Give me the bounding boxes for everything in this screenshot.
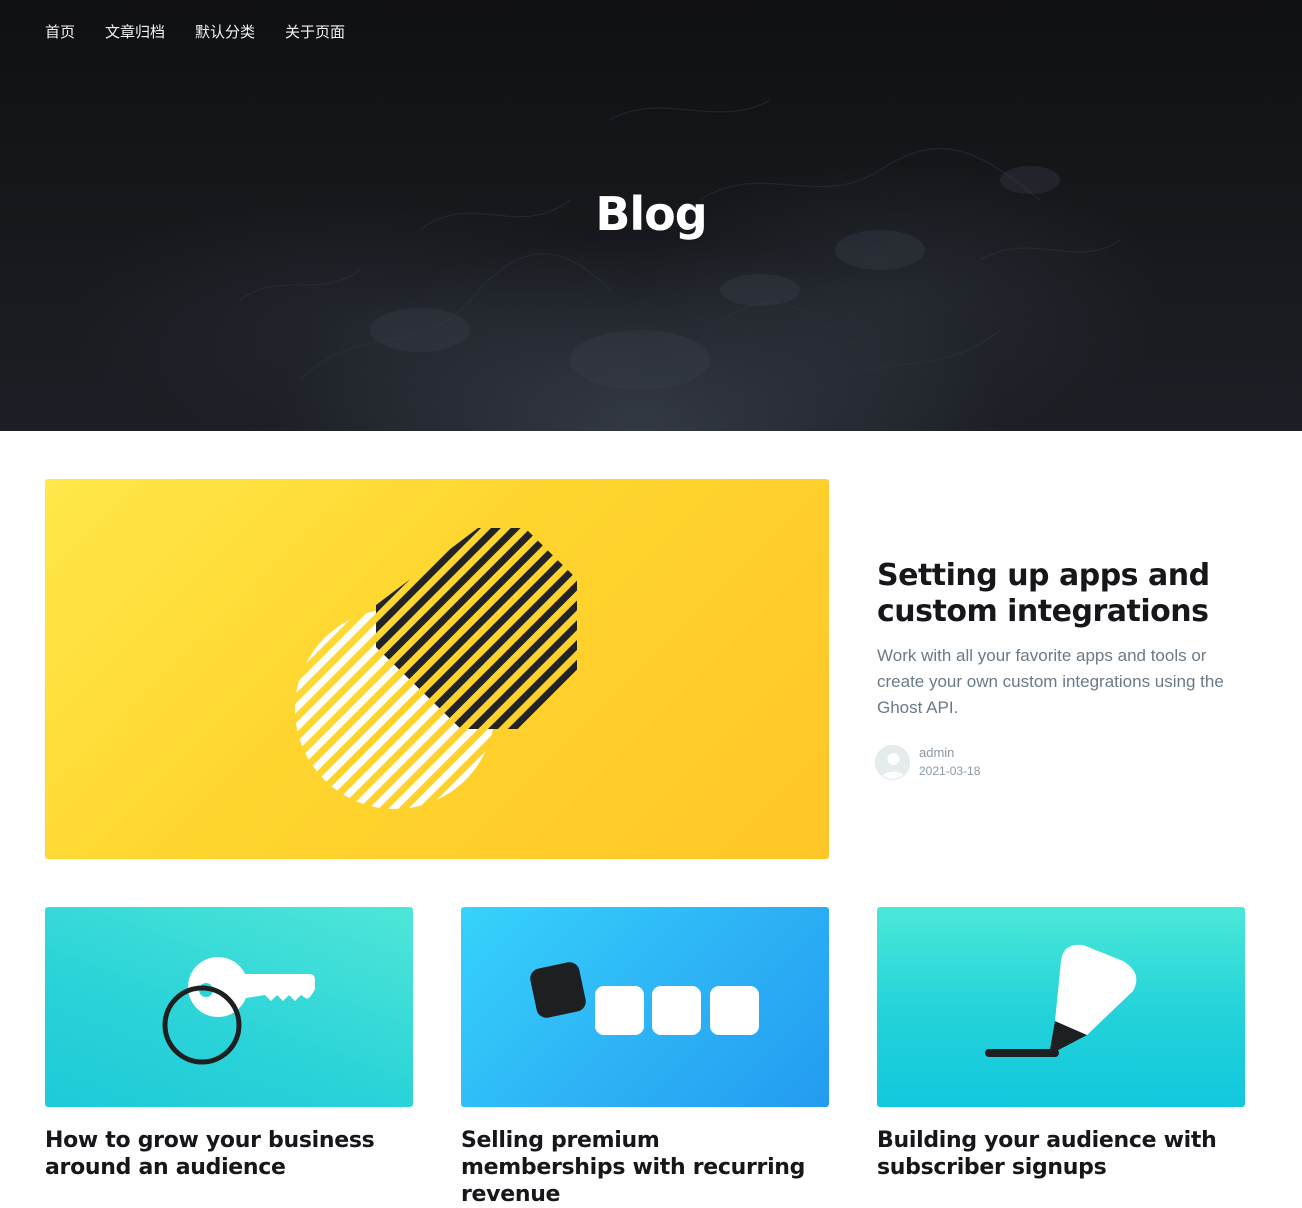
hero-banner: 首页 文章归档 默认分类 关于页面 Blog xyxy=(0,0,1302,431)
featured-post-title[interactable]: Setting up apps and custom integrations xyxy=(877,558,1257,630)
featured-post-image[interactable] xyxy=(45,479,829,859)
post-card: Building your audience with subscriber s… xyxy=(877,907,1245,1181)
featured-post-meta: admin 2021-03-18 xyxy=(875,744,980,780)
post-card-title[interactable]: How to grow your business around an audi… xyxy=(45,1127,413,1181)
squares-row-icon xyxy=(530,962,759,1035)
author-name[interactable]: admin xyxy=(919,744,980,762)
post-card: How to grow your business around an audi… xyxy=(45,907,413,1181)
page-title: Blog xyxy=(595,187,707,241)
featured-post-excerpt: Work with all your favorite apps and too… xyxy=(877,646,1224,717)
user-icon xyxy=(881,752,906,779)
post-card-image[interactable] xyxy=(461,907,829,1107)
nav-item-home[interactable]: 首页 xyxy=(45,21,75,43)
marker-pen-icon xyxy=(985,944,1137,1057)
post-card-image[interactable] xyxy=(45,907,413,1107)
nav-item-about[interactable]: 关于页面 xyxy=(285,21,345,43)
post-card: Selling premium memberships with recurri… xyxy=(461,907,829,1208)
post-date: 2021-03-18 xyxy=(919,764,981,778)
author-avatar[interactable] xyxy=(875,744,910,780)
post-card-image[interactable] xyxy=(877,907,1245,1107)
key-ring-icon xyxy=(162,957,315,1065)
main-nav: 首页 文章归档 默认分类 关于页面 xyxy=(45,21,375,43)
overlapping-striped-circles-icon xyxy=(295,528,577,809)
nav-item-default-category[interactable]: 默认分类 xyxy=(195,21,255,43)
featured-post-text: Setting up apps and custom integrations … xyxy=(877,558,1257,721)
nav-item-archive[interactable]: 文章归档 xyxy=(105,21,165,43)
post-card-title[interactable]: Building your audience with subscriber s… xyxy=(877,1127,1245,1181)
